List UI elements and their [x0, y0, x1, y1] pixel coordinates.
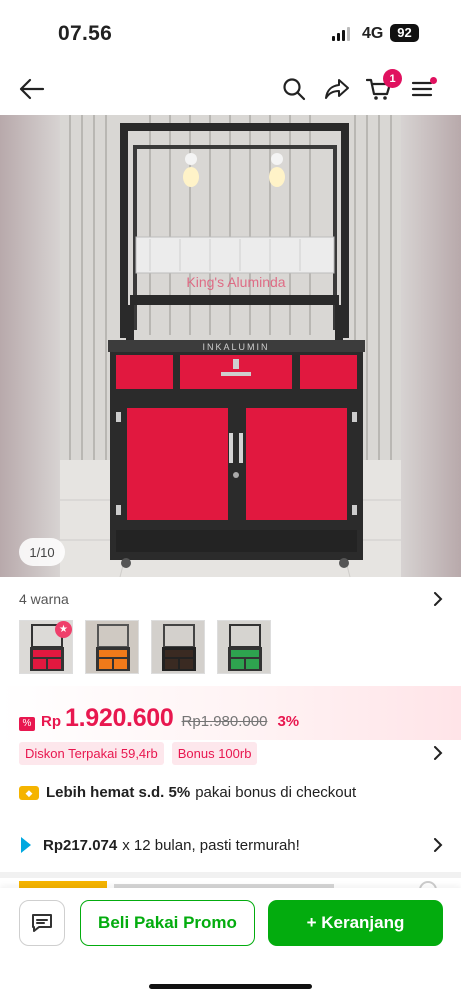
- chevron-right-icon: [434, 592, 443, 606]
- network-type: 4G: [362, 25, 384, 42]
- notification-dot: [430, 77, 437, 84]
- top-nav: 1: [0, 66, 461, 112]
- share-icon: [325, 79, 349, 99]
- variant-selector[interactable]: 4 warna: [19, 588, 443, 610]
- share-button[interactable]: [322, 74, 352, 104]
- thumb-image: [86, 621, 138, 673]
- chat-button[interactable]: [19, 900, 65, 946]
- bonus-text: pakai bonus di checkout: [195, 784, 357, 801]
- promo-tag-bonus: Bonus 100rb: [171, 741, 258, 765]
- price-row: % Rp 1.920.600 Rp1.980.000 3%: [19, 704, 299, 733]
- variant-thumb-orange[interactable]: [85, 620, 139, 674]
- product-image[interactable]: King's Aluminda INKALUMIN: [0, 115, 461, 577]
- image-counter: 1/10: [19, 538, 65, 566]
- cart-count-badge: 1: [383, 69, 402, 88]
- installment-row[interactable]: Rp217.074 x 12 bulan, pasti termurah!: [19, 836, 443, 854]
- chevron-right-icon: [434, 838, 443, 852]
- variant-count-label: 4 warna: [19, 591, 69, 607]
- back-arrow-icon: [19, 78, 45, 100]
- menu-button[interactable]: [407, 74, 437, 104]
- status-bar: 07.56 4G 92: [0, 0, 461, 62]
- original-price: Rp1.980.000: [181, 713, 268, 730]
- chevron-right-icon: [434, 746, 443, 760]
- price-amount: 1.920.600: [65, 704, 174, 732]
- search-icon: [283, 78, 306, 101]
- bottom-action-bar: Beli Pakai Promo + Keranjang: [0, 888, 461, 1000]
- installment-text: x 12 bulan, pasti termurah!: [122, 836, 300, 854]
- bonus-info-row: ◆ Lebih hemat s.d. 5% pakai bonus di che…: [19, 784, 443, 801]
- thumb-image: [218, 621, 270, 673]
- variant-thumbnails: ★: [19, 620, 271, 674]
- status-time: 07.56: [58, 22, 113, 45]
- cart-button[interactable]: 1: [364, 69, 402, 104]
- promo-tags-row[interactable]: Diskon Terpakai 59,4rb Bonus 100rb: [19, 741, 443, 765]
- product-photo: King's Aluminda INKALUMIN: [0, 115, 461, 577]
- chat-icon: [32, 914, 52, 932]
- installment-icon: [21, 837, 31, 853]
- selected-badge: ★: [55, 621, 72, 638]
- variant-thumb-green[interactable]: [217, 620, 271, 674]
- discount-percent: 3%: [277, 713, 300, 730]
- back-button[interactable]: [17, 74, 47, 104]
- product-page: 07.56 4G 92 1 King's Aluminda INKALUMIN …: [0, 0, 461, 1000]
- add-to-cart-button[interactable]: + Keranjang: [268, 900, 443, 946]
- buy-with-promo-button[interactable]: Beli Pakai Promo: [80, 900, 255, 946]
- variant-thumb-red[interactable]: ★: [19, 620, 73, 674]
- installment-amount: Rp217.074: [43, 836, 118, 854]
- bonus-highlight: Lebih hemat s.d. 5%: [46, 784, 191, 801]
- promo-tag-discount: Diskon Terpakai 59,4rb: [19, 741, 164, 765]
- search-button[interactable]: [279, 74, 309, 104]
- thumb-image: [152, 621, 204, 673]
- discount-tag-icon: %: [19, 717, 35, 731]
- variant-thumb-brown[interactable]: [151, 620, 205, 674]
- home-indicator: [149, 984, 312, 989]
- battery-indicator: 92: [390, 24, 419, 42]
- cabinet-label: INKALUMIN: [202, 342, 269, 352]
- signal-icon: [332, 27, 350, 41]
- watermark-text: King's Aluminda: [186, 274, 285, 290]
- price-currency: Rp: [41, 713, 61, 730]
- coin-icon: ◆: [19, 785, 39, 800]
